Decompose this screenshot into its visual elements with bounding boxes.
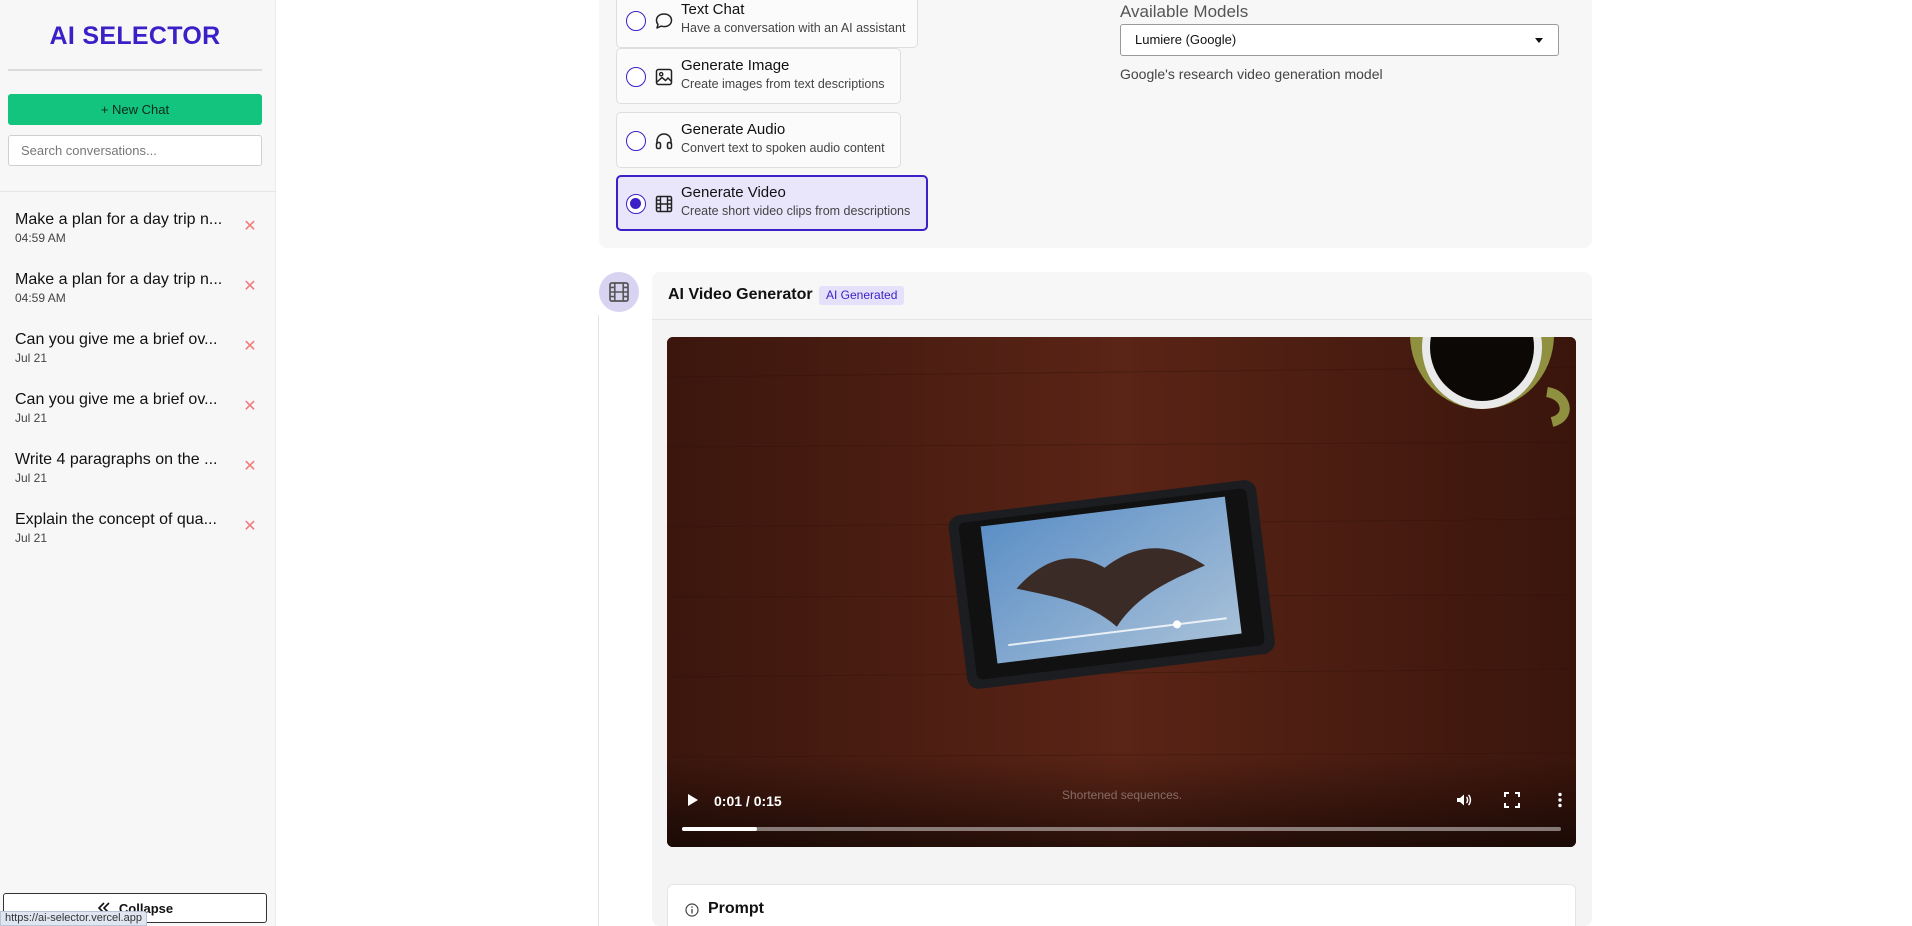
conversation-title: Make a plan for a day trip n...	[15, 271, 223, 288]
delete-conversation-icon[interactable]: ✕	[241, 338, 259, 356]
conversation-item[interactable]: Write 4 paragraphs on the ... Jul 21 ✕	[0, 440, 276, 500]
conversation-time: Jul 21	[15, 471, 48, 485]
delete-conversation-icon[interactable]: ✕	[241, 398, 259, 416]
info-icon	[685, 903, 699, 917]
mode-radio[interactable]	[626, 11, 646, 31]
video-progress-fill	[682, 827, 757, 831]
mode-radio[interactable]	[626, 131, 646, 151]
fullscreen-icon[interactable]	[1502, 790, 1522, 810]
conversation-item[interactable]: Can you give me a brief ov... Jul 21 ✕	[0, 380, 276, 440]
delete-conversation-icon[interactable]: ✕	[241, 458, 259, 476]
conversation-item[interactable]: Explain the concept of qua... Jul 21 ✕	[0, 500, 276, 560]
video-caption: Shortened sequences.	[1062, 788, 1183, 802]
mode-label: Generate Audio	[681, 121, 786, 138]
prompt-label: Prompt	[708, 900, 764, 917]
more-options-icon[interactable]	[1550, 790, 1570, 810]
available-models-label: Available Models	[1120, 2, 1249, 21]
video-controls-gradient	[667, 757, 1576, 847]
delete-conversation-icon[interactable]: ✕	[241, 278, 259, 296]
mode-radio-selected[interactable]	[626, 194, 646, 214]
conversation-item[interactable]: Make a plan for a day trip n... 04:59 AM…	[0, 200, 276, 260]
conversation-time: Jul 21	[15, 531, 48, 545]
delete-conversation-icon[interactable]: ✕	[241, 218, 259, 236]
mode-option-generate-video[interactable]: Generate Video Create short video clips …	[616, 175, 928, 231]
conversation-time: 04:59 AM	[15, 291, 66, 305]
mode-option-generate-image[interactable]: Generate Image Create images from text d…	[616, 48, 901, 104]
conversation-list: Make a plan for a day trip n... 04:59 AM…	[0, 200, 276, 560]
video-time: 0:01 / 0:15	[714, 793, 782, 809]
video-progress-track[interactable]	[682, 827, 1561, 831]
mode-label: Generate Video	[681, 184, 786, 201]
thread-line	[598, 315, 599, 926]
conversation-time: Jul 21	[15, 351, 48, 365]
headphones-icon	[655, 133, 673, 150]
conversation-title: Can you give me a brief ov...	[15, 391, 218, 408]
mode-description: Create images from text descriptions	[681, 77, 885, 91]
card-header: AI Video Generator AI Generated	[652, 272, 1592, 320]
play-icon[interactable]	[682, 790, 702, 810]
image-icon	[655, 68, 673, 86]
caret-down-icon	[1535, 38, 1543, 43]
brand-divider	[8, 69, 262, 71]
sidebar: AI SELECTOR + New Chat Make a plan for a…	[0, 0, 276, 926]
mode-option-generate-audio[interactable]: Generate Audio Convert text to spoken au…	[616, 112, 901, 168]
mode-label: Generate Image	[681, 57, 790, 74]
conversation-title: Can you give me a brief ov...	[15, 331, 218, 348]
assistant-avatar	[599, 272, 639, 312]
film-icon	[609, 282, 629, 302]
new-chat-button[interactable]: + New Chat	[8, 94, 262, 125]
video-result-card: AI Video Generator AI Generated 0:01 / 0…	[652, 272, 1592, 926]
conversation-title: Make a plan for a day trip n...	[15, 211, 223, 228]
mode-description: Create short video clips from descriptio…	[681, 204, 911, 218]
search-conversations-input[interactable]	[8, 135, 262, 166]
model-select-dropdown[interactable]: Lumiere (Google)	[1120, 24, 1559, 56]
mode-radio[interactable]	[626, 67, 646, 87]
chat-bubble-icon	[655, 13, 673, 29]
card-title: AI Video Generator	[668, 286, 813, 303]
conversation-title: Write 4 paragraphs on the ...	[15, 451, 218, 468]
selected-model: Lumiere (Google)	[1135, 32, 1237, 47]
status-bar-url: https://ai-selector.vercel.app	[0, 911, 147, 926]
mode-label: Text Chat	[681, 1, 745, 18]
conversation-time: 04:59 AM	[15, 231, 66, 245]
volume-icon[interactable]	[1454, 790, 1474, 810]
delete-conversation-icon[interactable]: ✕	[241, 518, 259, 536]
model-description: Google's research video generation model	[1120, 66, 1383, 82]
conversation-time: Jul 21	[15, 411, 48, 425]
mode-description: Have a conversation with an AI assistant	[681, 21, 906, 35]
mode-option-text-chat[interactable]: Text Chat Have a conversation with an AI…	[616, 0, 918, 48]
conversation-item[interactable]: Can you give me a brief ov... Jul 21 ✕	[0, 320, 276, 380]
sidebar-divider	[0, 191, 276, 192]
video-player[interactable]: 0:01 / 0:15 Shortened sequences.	[667, 337, 1576, 847]
brand-title: AI SELECTOR	[49, 22, 221, 50]
mode-description: Convert text to spoken audio content	[681, 141, 885, 155]
conversation-item[interactable]: Make a plan for a day trip n... 04:59 AM…	[0, 260, 276, 320]
prompt-section: Prompt	[667, 884, 1576, 926]
ai-generated-badge: AI Generated	[819, 286, 905, 305]
conversation-title: Explain the concept of qua...	[15, 511, 217, 528]
film-icon	[655, 195, 673, 213]
